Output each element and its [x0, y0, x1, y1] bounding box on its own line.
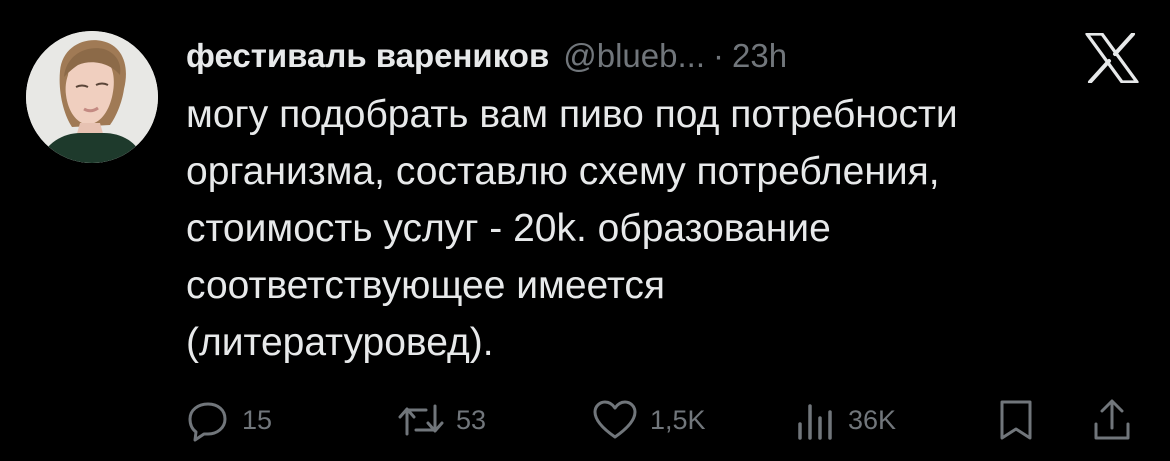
bookmark-icon [1000, 400, 1032, 440]
tweet-text-line: соответствующее имеется [186, 264, 665, 307]
tweet-header: фестиваль вареников @blueb... · 23h [186, 28, 787, 84]
tweet-timestamp[interactable]: 23h [732, 37, 787, 75]
views-button[interactable]: 36K [796, 392, 896, 448]
tweet-text-line: стоимость услуг - 20k. образование [186, 207, 831, 250]
tweet-text-line: организма, составлю схему потребления, [186, 150, 940, 193]
views-icon [798, 404, 832, 440]
views-count: 36K [848, 404, 897, 435]
header-separator: · [713, 37, 724, 74]
avatar[interactable] [26, 31, 158, 163]
author-display-name[interactable]: фестиваль вареников [186, 37, 549, 75]
x-logo-icon[interactable] [1085, 32, 1139, 84]
heart-icon [593, 400, 637, 439]
tweet-text-line: могу подобрать вам пиво под потребности [186, 93, 958, 136]
tweet-card: фестиваль вареников @blueb... · 23h могу… [0, 0, 1170, 461]
repost-button[interactable]: 53 [398, 392, 486, 448]
share-icon [1094, 399, 1130, 440]
tweet-text: могу подобрать вам пиво под потребности … [186, 86, 1146, 371]
like-count: 1,5K [650, 404, 706, 435]
action-bar: 15 53 1,5K 36K [0, 392, 1170, 448]
reply-count: 15 [242, 404, 273, 435]
repost-icon [398, 404, 444, 436]
reply-icon [188, 402, 227, 442]
tweet-text-line: (литературовед). [186, 321, 494, 364]
reply-button[interactable]: 15 [186, 392, 272, 448]
like-button[interactable]: 1,5K [592, 392, 706, 448]
repost-count: 53 [456, 404, 487, 435]
share-button[interactable] [1092, 392, 1132, 448]
author-handle[interactable]: @blueb... [563, 37, 705, 75]
bookmark-button[interactable] [998, 392, 1034, 448]
